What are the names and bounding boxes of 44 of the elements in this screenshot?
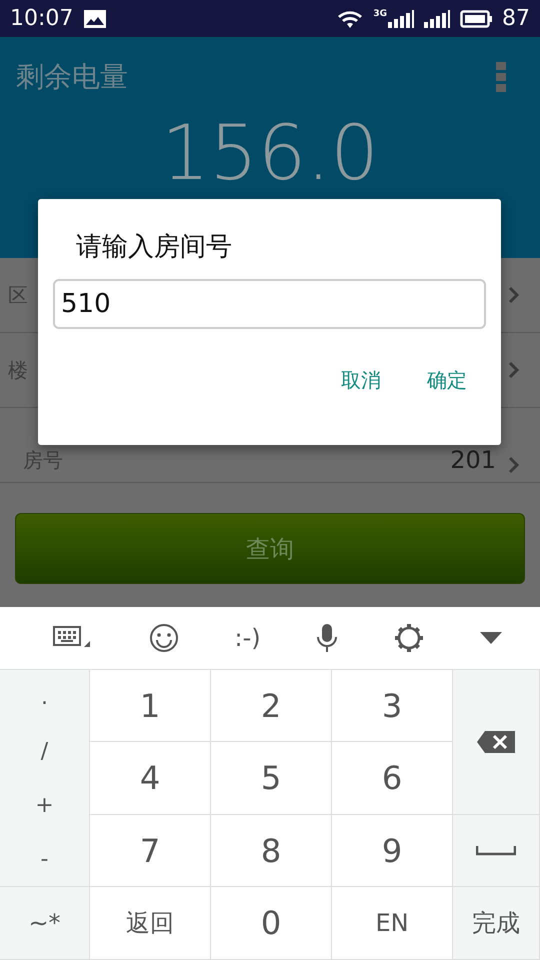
dialog-button[interactable]: 取消 — [333, 359, 389, 402]
collapse-keyboard-icon[interactable] — [480, 632, 502, 644]
key[interactable]: 9 — [332, 815, 453, 887]
microphone-icon[interactable] — [316, 623, 338, 653]
backspace-key[interactable] — [453, 670, 540, 815]
key[interactable]: 2 — [211, 670, 332, 742]
chevron-icon — [508, 286, 520, 304]
status-time: 10:07 — [10, 6, 74, 31]
space-icon — [476, 846, 516, 856]
battery-level: 87 — [502, 6, 530, 31]
backspace-icon — [477, 731, 515, 753]
symbol-key[interactable]: / — [40, 738, 48, 764]
app-title: 剩余电量 — [16, 59, 128, 95]
key[interactable]: ~* — [0, 887, 90, 960]
symbol-key[interactable]: . — [41, 684, 48, 710]
key[interactable]: 7 — [90, 815, 211, 887]
key[interactable]: 返回 — [90, 887, 211, 960]
signal-icon — [424, 10, 450, 28]
symbol-key[interactable]: + — [35, 792, 54, 818]
signal-icon — [388, 10, 414, 28]
room-input[interactable]: 510 — [53, 279, 486, 329]
key[interactable]: 完成 — [453, 887, 540, 960]
network-type: 3G — [373, 10, 387, 18]
key[interactable]: 3 — [332, 670, 453, 742]
battery-icon — [460, 10, 492, 28]
key[interactable]: 5 — [211, 742, 332, 815]
chevron-icon — [508, 361, 520, 379]
emoji-icon[interactable] — [148, 623, 179, 653]
key[interactable]: 8 — [211, 815, 332, 887]
image-icon — [83, 8, 108, 28]
row-value: 201 — [450, 446, 496, 474]
key[interactable]: EN — [332, 887, 453, 960]
emoticon-key[interactable]: :-) — [234, 624, 261, 652]
dialog-title: 请输入房间号 — [76, 231, 233, 264]
power-reading: 156.0 — [160, 115, 380, 191]
key[interactable]: 6 — [332, 742, 453, 815]
key[interactable]: 0 — [211, 887, 332, 960]
symbol-key[interactable]: - — [40, 846, 48, 872]
key[interactable]: 1 — [90, 670, 211, 742]
chevron-icon — [508, 456, 520, 474]
dialog-button[interactable]: 确定 — [419, 359, 475, 402]
wifi-icon — [337, 8, 364, 28]
settings-icon[interactable] — [394, 623, 424, 653]
key[interactable]: 4 — [90, 742, 211, 815]
